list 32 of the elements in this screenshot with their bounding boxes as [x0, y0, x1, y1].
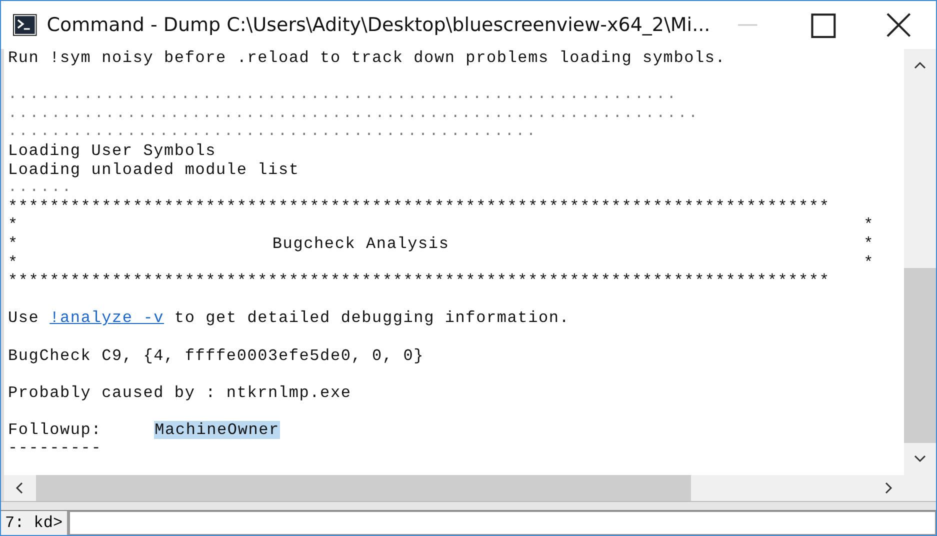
output-line: Run !sym noisy before .reload to track down problems loading symbols.: [8, 49, 726, 68]
output-line: BugCheck C9, {4, ffffe0003efe5de0, 0, 0}: [8, 346, 424, 366]
section-heading: Bugcheck Analysis: [272, 234, 450, 254]
output-line: Probably caused by : ntkrnlmp.exe: [8, 384, 352, 402]
field-value: MachineOwner: [154, 420, 280, 440]
frame-border: *: [8, 254, 18, 272]
console-icon: [13, 14, 37, 36]
progress-dots: .................................................: [8, 123, 538, 142]
progress-dots: ................................................................: [8, 104, 700, 124]
field-label: Followup:: [8, 420, 103, 440]
output-line: Use !analyze -v to get detailed debugging information.: [8, 309, 570, 328]
output-line: Loading unloaded module list: [8, 160, 300, 180]
output-line: *******************************************************************************: [8, 198, 830, 216]
progress-dots: ..............................................................: [8, 86, 678, 105]
output-line: *******************************************************************************: [8, 272, 830, 291]
command-input[interactable]: [68, 511, 936, 535]
frame-border: *: [864, 234, 874, 254]
command-link[interactable]: !analyze -v: [50, 309, 164, 328]
frame-border: *: [8, 234, 18, 254]
frame-border: *: [864, 254, 874, 272]
frame-border: *: [864, 216, 874, 235]
output-line: Loading User Symbols: [8, 142, 216, 161]
frame-border: *: [8, 216, 18, 235]
scroll-thumb[interactable]: [36, 475, 691, 501]
vertical-scrollbar[interactable]: [904, 49, 936, 475]
pane-splitter[interactable]: [1, 501, 936, 511]
command-prompt: 7: kd>: [1, 511, 69, 535]
progress-dots: ......: [8, 179, 73, 198]
scroll-thumb[interactable]: [904, 268, 936, 443]
output-line: ---------: [8, 439, 102, 458]
horizontal-scrollbar[interactable]: [1, 475, 936, 501]
window-title: Command - Dump C:\Users\Adity\Desktop\bluescreenview-x64_2\Mi...: [46, 14, 710, 36]
